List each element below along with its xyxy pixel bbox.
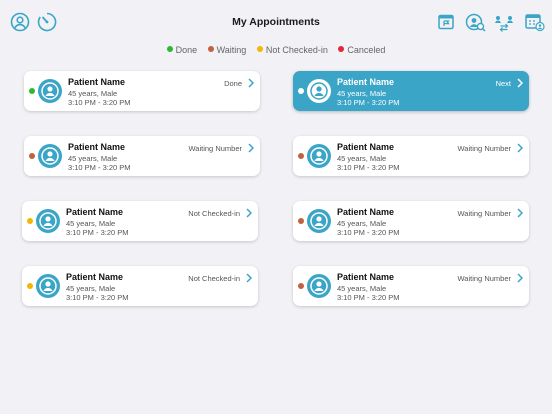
- patient-details: 45 years, Male: [66, 219, 116, 228]
- user-icon: [310, 147, 328, 165]
- user-icon: [310, 277, 328, 295]
- legend-dot: [207, 46, 214, 52]
- avatar: [38, 144, 62, 168]
- legend-label: Done: [175, 45, 198, 55]
- calendar-user-icon[interactable]: [523, 11, 545, 33]
- user-icon: [310, 82, 328, 100]
- chevron-right-icon: [248, 143, 254, 153]
- avatar: [307, 79, 331, 103]
- appointment-status: Done: [224, 79, 242, 88]
- appointment-card[interactable]: Patient Name 45 years, Male 3:10 PM - 3:…: [293, 201, 529, 241]
- legend-label: Not Checked-in: [265, 45, 328, 55]
- legend-item-waiting: Waiting: [207, 45, 247, 55]
- patient-details: 45 years, Male: [68, 89, 118, 98]
- chevron-right-icon: [248, 78, 254, 88]
- legend-item-canceled: Canceled: [338, 45, 385, 55]
- chevron-right-icon: [517, 78, 523, 88]
- patient-name: Patient Name: [66, 272, 124, 282]
- appointment-card[interactable]: Patient Name 45 years, Male 3:10 PM - 3:…: [22, 201, 258, 241]
- patient-details: 45 years, Male: [68, 154, 118, 163]
- patient-name: Patient Name: [66, 207, 124, 217]
- legend-item-done: Done: [166, 45, 198, 55]
- appointment-status: Next: [495, 79, 511, 88]
- patient-details: 45 years, Male: [337, 89, 387, 98]
- patient-name: Patient Name: [68, 77, 126, 87]
- avatar: [307, 209, 331, 233]
- patient-name: Patient Name: [68, 142, 126, 152]
- status-dot: [29, 88, 35, 94]
- appointment-card[interactable]: Patient Name 45 years, Male 3:10 PM - 3:…: [24, 136, 260, 176]
- appointment-time: 3:10 PM - 3:20 PM: [68, 98, 131, 107]
- avatar: [36, 209, 60, 233]
- appointment-time: 3:10 PM - 3:20 PM: [337, 228, 400, 237]
- legend-item-not-checked-in: Not Checked-in: [256, 45, 328, 55]
- patient-name: Patient Name: [337, 77, 395, 87]
- appointment-time: 3:10 PM - 3:20 PM: [337, 98, 400, 107]
- user-icon: [310, 212, 328, 230]
- user-icon: [39, 277, 57, 295]
- top-bar: My Appointments: [0, 0, 552, 44]
- appointment-card[interactable]: Patient Name 45 years, Male 3:10 PM - 3:…: [293, 136, 529, 176]
- patient-details: 45 years, Male: [337, 219, 387, 228]
- status-legend: Done Waiting Not Checked-in Canceled: [0, 45, 552, 55]
- appointment-status: Waiting Number: [457, 274, 512, 283]
- patient-name: Patient Name: [337, 207, 395, 217]
- appointment-card-next[interactable]: Patient Name 45 years, Male 3:10 PM - 3:…: [293, 71, 529, 111]
- patient-details: 45 years, Male: [337, 284, 387, 293]
- chevron-right-icon: [246, 208, 252, 218]
- chevron-right-icon: [246, 273, 252, 283]
- user-icon: [41, 147, 59, 165]
- appointment-status: Waiting Number: [457, 144, 512, 153]
- appointment-status: Not Checked-in: [188, 209, 240, 218]
- legend-dot: [338, 46, 345, 52]
- user-icon: [41, 82, 59, 100]
- appointment-card[interactable]: Patient Name 45 years, Male 3:10 PM - 3:…: [293, 266, 529, 306]
- status-dot: [29, 153, 35, 159]
- appointment-time: 3:10 PM - 3:20 PM: [66, 228, 129, 237]
- patient-details: 45 years, Male: [337, 154, 387, 163]
- appointment-status: Waiting Number: [188, 144, 243, 153]
- status-dot: [298, 283, 304, 289]
- appointment-time: 3:10 PM - 3:20 PM: [337, 163, 400, 172]
- search-user-icon[interactable]: [464, 11, 486, 33]
- appointment-card[interactable]: Patient Name 45 years, Male 3:10 PM - 3:…: [24, 71, 260, 111]
- status-dot: [27, 218, 33, 224]
- status-dot: [298, 88, 304, 94]
- appointment-time: 3:10 PM - 3:20 PM: [68, 163, 131, 172]
- status-dot: [298, 218, 304, 224]
- legend-dot: [166, 46, 173, 52]
- appointment-time: 3:10 PM - 3:20 PM: [337, 293, 400, 302]
- status-dot: [27, 283, 33, 289]
- chevron-right-icon: [517, 273, 523, 283]
- avatar: [38, 79, 62, 103]
- patient-name: Patient Name: [337, 142, 395, 152]
- appointment-time: 3:10 PM - 3:20 PM: [66, 293, 129, 302]
- patient-details: 45 years, Male: [66, 284, 116, 293]
- legend-label: Canceled: [347, 45, 386, 55]
- avatar: [307, 144, 331, 168]
- avatar: [36, 274, 60, 298]
- chevron-right-icon: [517, 208, 523, 218]
- calendar-flag-icon[interactable]: [435, 11, 457, 33]
- user-icon: [39, 212, 57, 230]
- appointment-status: Waiting Number: [457, 209, 512, 218]
- legend-dot: [256, 46, 263, 52]
- appointment-status: Not Checked-in: [188, 274, 240, 283]
- status-dot: [298, 153, 304, 159]
- avatar: [307, 274, 331, 298]
- legend-label: Waiting: [216, 45, 247, 55]
- patient-name: Patient Name: [337, 272, 395, 282]
- appointment-card[interactable]: Patient Name 45 years, Male 3:10 PM - 3:…: [22, 266, 258, 306]
- chevron-right-icon: [517, 143, 523, 153]
- swap-users-icon[interactable]: [493, 11, 515, 33]
